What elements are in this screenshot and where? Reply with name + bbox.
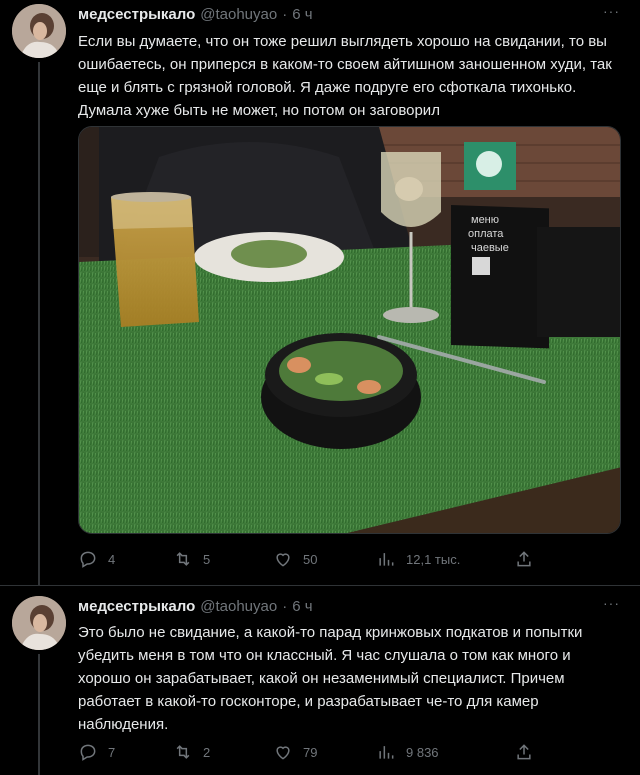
like-button[interactable]: 79 — [273, 741, 317, 763]
svg-text:оплата: оплата — [468, 228, 504, 240]
share-button[interactable] — [514, 741, 534, 763]
views-icon — [379, 746, 394, 759]
avatar[interactable] — [12, 596, 66, 650]
svg-text:чаевые: чаевые — [471, 242, 509, 254]
avatar-image — [12, 596, 66, 650]
timestamp[interactable]: 6 ч — [292, 6, 312, 23]
tweet[interactable]: медсестрыкало @taohuyao · 6 ч ··· Это бы… — [0, 585, 640, 775]
retweet-button[interactable]: 5 — [173, 548, 210, 570]
tweet-header: медсестрыкало @taohuyao · 6 ч — [78, 4, 313, 24]
like-count: 50 — [303, 551, 318, 567]
share-button[interactable] — [514, 548, 534, 570]
author-handle[interactable]: @taohuyao — [200, 598, 277, 615]
views-button[interactable]: 12,1 тыс. — [376, 548, 460, 570]
like-button[interactable]: 50 — [273, 548, 317, 570]
tweet-actions: 4 5 50 12,1 тыс. — [78, 548, 548, 570]
author-name[interactable]: медсестрыкало — [78, 598, 195, 615]
tweet[interactable]: медсестрыкало @taohuyao · 6 ч ··· Если в… — [0, 0, 640, 585]
thread-line — [38, 654, 40, 775]
views-count: 9 836 — [406, 744, 439, 760]
views-icon — [379, 553, 394, 566]
thread-line — [38, 62, 40, 585]
reply-icon — [80, 551, 96, 568]
views-button[interactable]: 9 836 — [376, 741, 439, 763]
author-name[interactable]: медсестрыкало — [78, 6, 195, 23]
more-options-icon[interactable]: ··· — [603, 3, 620, 19]
tweet-actions: 7 2 79 9 836 — [78, 741, 548, 763]
reply-icon — [80, 744, 96, 761]
retweet-button[interactable]: 2 — [173, 741, 210, 763]
separator: · — [282, 5, 288, 23]
reply-count: 4 — [108, 551, 116, 567]
views-count: 12,1 тыс. — [406, 551, 461, 567]
avatar[interactable] — [12, 4, 66, 58]
share-icon — [517, 551, 531, 567]
separator: · — [282, 597, 288, 615]
timestamp[interactable]: 6 ч — [292, 598, 312, 615]
retweet-icon — [176, 745, 190, 759]
photo-illustration: меню оплата чаевые — [79, 127, 620, 533]
retweet-icon — [176, 552, 190, 566]
more-options-icon[interactable]: ··· — [603, 595, 620, 611]
reply-button[interactable]: 4 — [78, 548, 115, 570]
tweet-text: Если вы думаете, что он тоже решил выгля… — [78, 33, 612, 119]
tweet-photo[interactable]: меню оплата чаевые — [78, 126, 621, 534]
author-handle[interactable]: @taohuyao — [200, 6, 277, 23]
like-count: 79 — [303, 744, 318, 760]
retweet-count: 2 — [203, 744, 211, 760]
svg-text:меню: меню — [471, 214, 499, 226]
avatar-image — [12, 4, 66, 58]
tweet-header: медсестрыкало @taohuyao · 6 ч — [78, 596, 313, 616]
heart-icon — [276, 746, 290, 760]
reply-count: 7 — [108, 744, 116, 760]
retweet-count: 5 — [203, 551, 211, 567]
share-icon — [517, 744, 531, 760]
reply-button[interactable]: 7 — [78, 741, 115, 763]
tweet-text: Это было не свидание, а какой-то парад к… — [78, 624, 583, 733]
heart-icon — [276, 553, 290, 567]
